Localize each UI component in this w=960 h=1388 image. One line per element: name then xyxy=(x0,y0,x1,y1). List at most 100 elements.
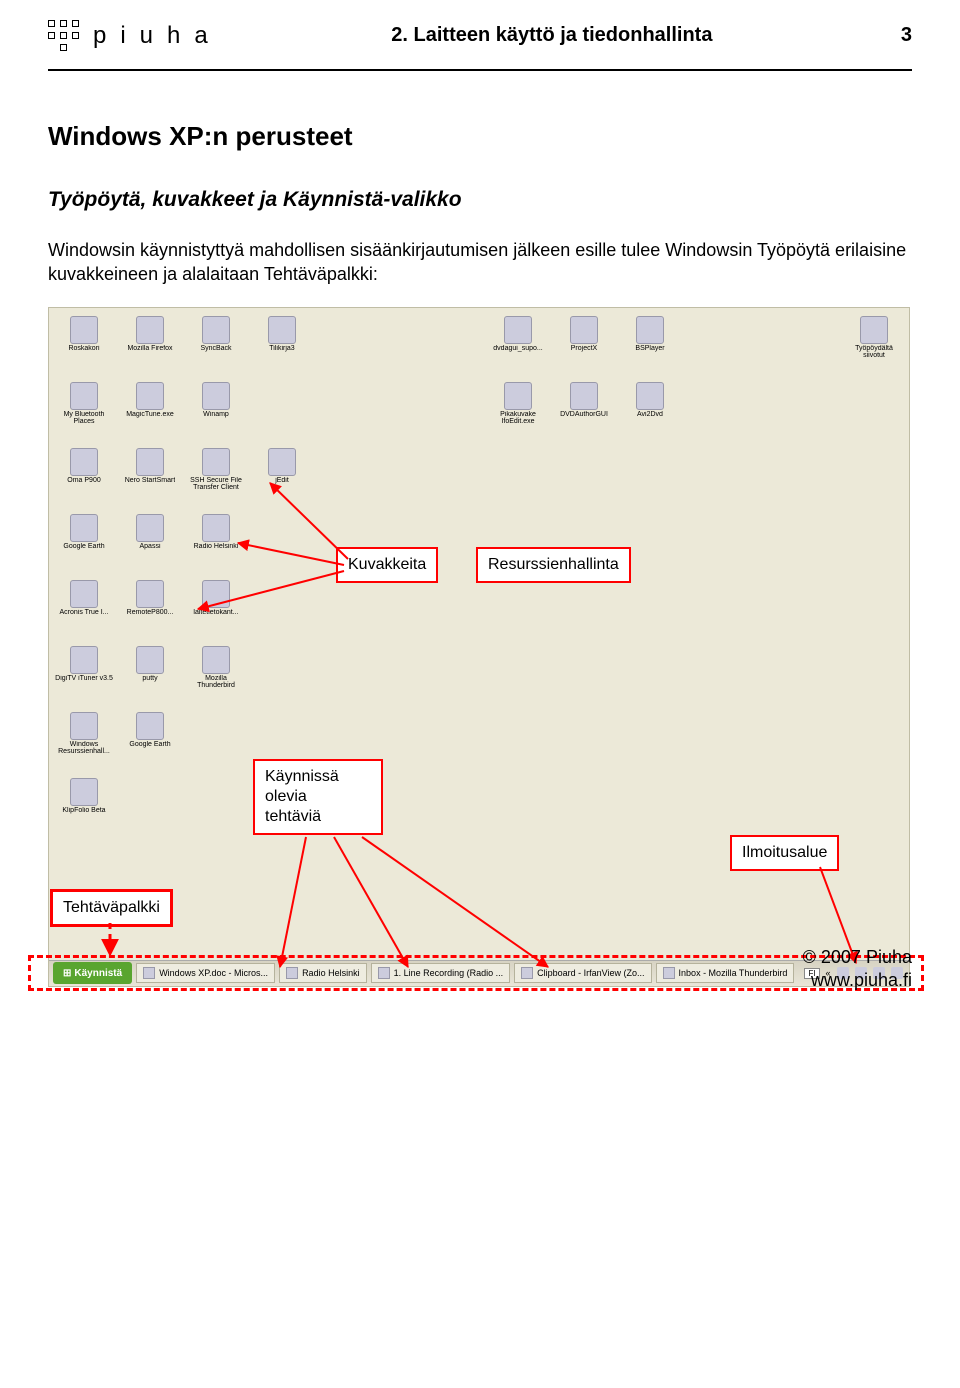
app-icon xyxy=(136,448,164,476)
desktop-icon-label: DigiTV iTuner v3.5 xyxy=(55,675,113,682)
desktop-icon-label: Mozilla Thunderbird xyxy=(187,675,245,689)
desktop-icon-label: Radio Helsinki xyxy=(194,543,239,550)
taskbar-item-icon xyxy=(663,967,675,979)
desktop-icon[interactable]: Oma P900 xyxy=(55,448,113,502)
desktop-icon-label: Pikakuvake IfoEdit.exe xyxy=(489,411,547,425)
desktop-icon[interactable]: Winamp xyxy=(187,382,245,436)
app-icon xyxy=(70,316,98,344)
taskbar-item-label: Inbox - Mozilla Thunderbird xyxy=(679,968,788,978)
app-icon xyxy=(860,316,888,344)
app-icon xyxy=(636,382,664,410)
desktop-icon[interactable]: laitetietokant... xyxy=(187,580,245,634)
desktop-icon-label: Apassi xyxy=(139,543,160,550)
desktop-icon-label: Tilikirja3 xyxy=(269,345,294,352)
desktop-icon-label: Google Earth xyxy=(63,543,104,550)
desktop-icon[interactable]: BSPlayer xyxy=(621,316,679,370)
app-icon xyxy=(70,712,98,740)
taskbar-item[interactable]: 1. Line Recording (Radio ... xyxy=(371,963,511,983)
taskbar-item[interactable]: Clipboard - IrfanView (Zo... xyxy=(514,963,651,983)
desktop-icon[interactable]: Apassi xyxy=(121,514,179,568)
desktop-icon-label: Google Earth xyxy=(129,741,170,748)
taskbar-item-label: 1. Line Recording (Radio ... xyxy=(394,968,504,978)
taskbar-item-icon xyxy=(286,967,298,979)
desktop-icon[interactable]: Acronis True I... xyxy=(55,580,113,634)
desktop-icon[interactable]: My Bluetooth Places xyxy=(55,382,113,436)
app-icon xyxy=(202,646,230,674)
desktop-icon-label: KlipFolio Beta xyxy=(62,807,105,814)
app-icon xyxy=(70,448,98,476)
app-icon xyxy=(202,448,230,476)
start-button[interactable]: ⊞ Käynnistä xyxy=(53,962,132,984)
desktop-icon-label: ProjectX xyxy=(571,345,597,352)
desktop-icon[interactable]: DVDAuthorGUI xyxy=(555,382,613,436)
desktop-icon[interactable]: SyncBack xyxy=(187,316,245,370)
app-icon xyxy=(504,382,532,410)
taskbar-item-icon xyxy=(378,967,390,979)
desktop-icon[interactable]: RemoteP800... xyxy=(121,580,179,634)
desktop-icon-label: Mozilla Firefox xyxy=(127,345,172,352)
desktop-icon[interactable]: MagicTune.exe xyxy=(121,382,179,436)
desktop-icon[interactable]: Google Earth xyxy=(55,514,113,568)
taskbar-item-label: Windows XP.doc - Micros... xyxy=(159,968,268,978)
brand-logo: piuha xyxy=(48,20,222,51)
desktop-icon-label: Työpöydältä siivotut xyxy=(845,345,903,359)
desktop-icon[interactable]: Windows Resurssienhall... xyxy=(55,712,113,766)
desktop-icon[interactable]: Google Earth xyxy=(121,712,179,766)
taskbar-item[interactable]: Radio Helsinki xyxy=(279,963,367,983)
desktop-icon[interactable]: putty xyxy=(121,646,179,700)
desktop-icon-label: Windows Resurssienhall... xyxy=(55,741,113,755)
app-icon xyxy=(570,316,598,344)
desktop-icon[interactable]: jEdit xyxy=(253,448,311,502)
desktop-icon[interactable]: Mozilla Thunderbird xyxy=(187,646,245,700)
desktop-icon[interactable]: Mozilla Firefox xyxy=(121,316,179,370)
app-icon xyxy=(202,316,230,344)
app-icon xyxy=(70,580,98,608)
desktop-icon[interactable]: Nero StartSmart xyxy=(121,448,179,502)
app-icon xyxy=(136,316,164,344)
app-icon xyxy=(268,448,296,476)
page-subheading: Työpöytä, kuvakkeet ja Käynnistä-valikko xyxy=(48,188,912,212)
taskbar-item[interactable]: Inbox - Mozilla Thunderbird xyxy=(656,963,795,983)
taskbar-item-icon xyxy=(521,967,533,979)
desktop-icon-label: Winamp xyxy=(203,411,229,418)
taskbar-item-label: Radio Helsinki xyxy=(302,968,360,978)
desktop-icon[interactable]: SSH Secure File Transfer Client xyxy=(187,448,245,502)
app-icon xyxy=(136,580,164,608)
desktop-icon[interactable]: Roskakori xyxy=(55,316,113,370)
app-icon xyxy=(70,382,98,410)
page-number: 3 xyxy=(882,24,912,47)
desktop-icon-label: BSPlayer xyxy=(635,345,664,352)
desktop-icon-label: DVDAuthorGUI xyxy=(560,411,608,418)
app-icon xyxy=(70,778,98,806)
app-icon xyxy=(136,712,164,740)
desktop-icon[interactable]: KlipFolio Beta xyxy=(55,778,113,832)
callout-running-tasks: Käynnissä olevia tehtäviä xyxy=(253,759,383,835)
app-icon xyxy=(268,316,296,344)
windows-desktop-screenshot: Roskakori Mozilla Firefox SyncBack Tilikirj… xyxy=(48,307,910,987)
header-divider xyxy=(48,69,912,71)
desktop-icon-label: Roskakori xyxy=(68,345,99,352)
footer-copyright: © 2007 Piuha xyxy=(803,946,912,969)
desktop-icon[interactable]: Radio Helsinki xyxy=(187,514,245,568)
logo-squares-icon xyxy=(48,20,79,51)
page-heading: Windows XP:n perusteet xyxy=(48,121,912,152)
desktop-icon[interactable]: dvdagui_supo... xyxy=(489,316,547,370)
desktop-icon[interactable]: Työpöydältä siivotut xyxy=(845,316,903,370)
desktop-icon[interactable]: DigiTV iTuner v3.5 xyxy=(55,646,113,700)
app-icon xyxy=(202,382,230,410)
footer-url: www.piuha.fi xyxy=(803,969,912,992)
desktop-icon-label: Oma P900 xyxy=(67,477,100,484)
desktop-icon[interactable]: Avi2Dvd xyxy=(621,382,679,436)
app-icon xyxy=(136,382,164,410)
desktop-icon-label: MagicTune.exe xyxy=(126,411,174,418)
app-icon xyxy=(136,646,164,674)
callout-notification-area: Ilmoitusalue xyxy=(730,835,839,871)
app-icon xyxy=(136,514,164,542)
app-icon xyxy=(636,316,664,344)
desktop-icon[interactable]: Tilikirja3 xyxy=(253,316,311,370)
desktop-icon[interactable]: Pikakuvake IfoEdit.exe xyxy=(489,382,547,436)
taskbar-item-label: Clipboard - IrfanView (Zo... xyxy=(537,968,644,978)
desktop-icon[interactable]: ProjectX xyxy=(555,316,613,370)
desktop-icon-label: My Bluetooth Places xyxy=(55,411,113,425)
taskbar-item[interactable]: Windows XP.doc - Micros... xyxy=(136,963,275,983)
